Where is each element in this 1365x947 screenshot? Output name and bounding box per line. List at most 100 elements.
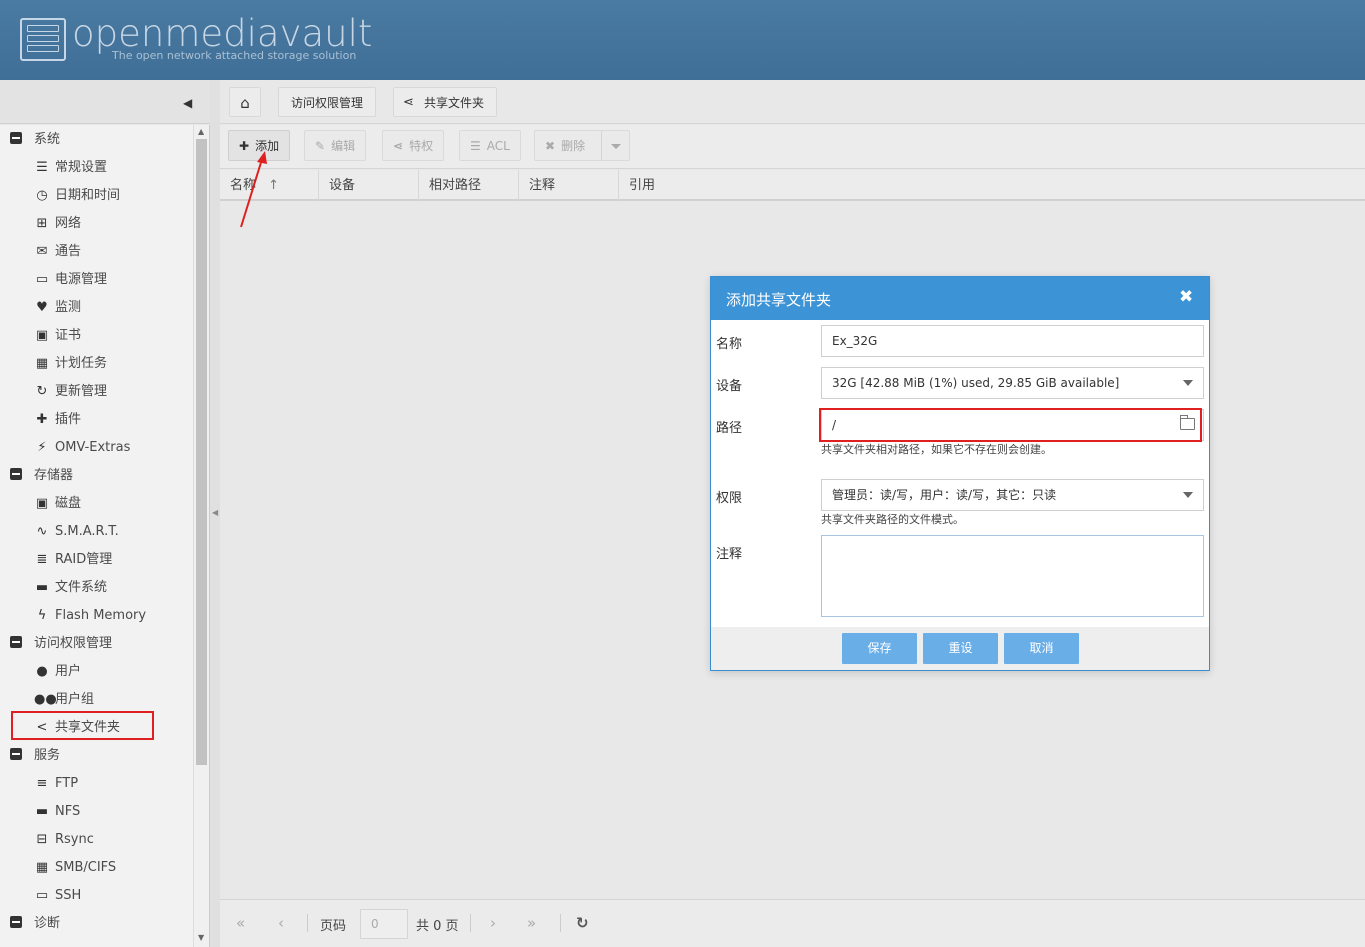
sidebar-group[interactable]: 系统 <box>10 126 60 154</box>
first-page-icon[interactable]: « <box>236 914 245 932</box>
delete-button[interactable]: ✖ 删除 <box>534 130 630 161</box>
pager: « ‹ 页码 0 共 0 页 › » ↻ <box>220 899 1365 947</box>
permissions-select[interactable]: 管理员：读/写，用户：读/写，其它：只读 <box>821 479 1204 511</box>
sidebar-group-label: 服务 <box>34 748 61 763</box>
sidebar-group[interactable]: 访问权限管理 <box>10 630 112 658</box>
sidebar-group[interactable]: 诊断 <box>10 910 60 938</box>
collapse-left-icon[interactable]: ◀ <box>183 96 192 110</box>
device-select[interactable]: 32G [42.88 MiB (1%) used, 29.85 GiB avai… <box>821 367 1204 399</box>
collapse-icon[interactable] <box>10 748 22 760</box>
acl-button[interactable]: ☰ ACL <box>459 130 521 161</box>
sidebar-group-label: 存储器 <box>34 468 74 483</box>
sidebar-item[interactable]: ▣ 证书 <box>34 322 81 350</box>
list-icon: ☰ <box>470 139 481 153</box>
cancel-button[interactable]: 取消 <box>1004 633 1079 664</box>
reset-button[interactable]: 重设 <box>923 633 998 664</box>
column-comment[interactable]: 注释 <box>519 170 619 201</box>
column-references[interactable]: 引用 <box>619 170 1365 201</box>
collapse-icon[interactable] <box>10 636 22 648</box>
sidebar-item[interactable]: ♥ 监测 <box>34 294 81 322</box>
sidebar-item-label: 通告 <box>55 244 82 259</box>
sidebar-group-label: 访问权限管理 <box>34 636 113 651</box>
sidebar-item[interactable]: ☰ 常规设置 <box>34 154 107 182</box>
sidebar-item[interactable]: ◷ 日期和时间 <box>34 182 120 210</box>
sidebar-item[interactable]: ▦ SMB/CIFS <box>34 854 116 882</box>
share-icon: ⋖ <box>393 139 404 153</box>
permissions-hint: 共享文件夹路径的文件模式。 <box>821 513 964 526</box>
sidebar-item[interactable]: ▬ 文件系统 <box>34 574 107 602</box>
certificate-icon: ▣ <box>35 328 49 343</box>
sidebar-item[interactable]: ≡ FTP <box>34 770 78 798</box>
battery-icon: ▭ <box>35 272 49 287</box>
chevron-down-icon[interactable] <box>611 144 621 149</box>
grid-header: 名称 ↑ 设备 相对路径 注释 引用 <box>220 170 1365 201</box>
envelope-icon: ✉ <box>36 244 48 259</box>
name-field[interactable]: Ex_32G <box>821 325 1204 357</box>
sidebar-item[interactable]: ∿ S.M.A.R.T. <box>34 518 119 546</box>
sidebar-group[interactable]: 存储器 <box>10 462 73 490</box>
network-icon: ⊞ <box>36 216 48 231</box>
device-label: 设备 <box>716 379 743 394</box>
sidebar-item-label: 用户 <box>55 664 82 679</box>
sidebar-item[interactable]: ↻ 更新管理 <box>34 378 107 406</box>
sidebar-item-label: 电源管理 <box>55 272 108 287</box>
splitter-arrow-icon[interactable]: ◀ <box>212 508 218 517</box>
privileges-button[interactable]: ⋖ 特权 <box>382 130 445 161</box>
disk-icon: ▣ <box>35 496 49 511</box>
edit-button[interactable]: ✎ 编辑 <box>304 130 367 161</box>
sidebar-item[interactable]: ▬ NFS <box>34 798 80 826</box>
sidebar-item-label: 插件 <box>55 412 82 427</box>
sidebar-item-label: NFS <box>55 804 81 819</box>
sidebar-item[interactable]: ▭ SSH <box>34 882 81 910</box>
column-device[interactable]: 设备 <box>319 170 419 201</box>
scrollbar-thumb[interactable] <box>196 139 207 765</box>
pulse-icon: ∿ <box>36 524 48 539</box>
sidebar-item[interactable]: ϟ Flash Memory <box>34 602 146 630</box>
sidebar-item[interactable]: ⚡ OMV-Extras <box>34 434 130 462</box>
collapse-icon[interactable] <box>10 468 22 480</box>
comment-textarea[interactable] <box>821 535 1204 617</box>
home-icon[interactable]: ⌂ <box>229 87 261 117</box>
sidebar-item[interactable]: ⊞ 网络 <box>34 210 81 238</box>
prev-page-icon[interactable]: ‹ <box>278 914 284 932</box>
heartbeat-icon: ♥ <box>36 300 48 315</box>
nav-header: ◀ <box>0 80 210 124</box>
breadcrumb-item-shared[interactable]: ⋖ 共享文件夹 <box>393 87 498 117</box>
refresh-icon[interactable]: ↻ <box>576 914 589 932</box>
sidebar-item[interactable]: ≣ RAID管理 <box>34 546 113 574</box>
sidebar-group-label: 诊断 <box>34 916 61 931</box>
collapse-icon[interactable] <box>10 132 22 144</box>
save-button[interactable]: 保存 <box>842 633 917 664</box>
scroll-up-icon[interactable]: ▲ <box>198 127 204 136</box>
annotation-arrow <box>240 151 267 228</box>
server-icon: ≡ <box>36 776 48 791</box>
last-page-icon[interactable]: » <box>527 914 536 932</box>
breadcrumb-item-access[interactable]: 访问权限管理 <box>278 87 377 117</box>
sidebar-item[interactable]: ✚ 插件 <box>34 406 81 434</box>
splitter[interactable]: ◀ <box>210 80 220 947</box>
desktop-icon: ▬ <box>35 804 49 819</box>
collapse-icon[interactable] <box>10 916 22 928</box>
scroll-down-icon[interactable]: ▼ <box>198 933 204 942</box>
calendar-icon: ▦ <box>35 356 49 371</box>
chevron-down-icon[interactable] <box>1183 492 1193 498</box>
sidebar-item[interactable]: ▭ 电源管理 <box>34 266 107 294</box>
sidebar-item[interactable]: ● 用户 <box>34 658 81 686</box>
path-highlight <box>819 408 1202 442</box>
sidebar-scrollbar[interactable]: ▲ ▼ <box>193 125 209 947</box>
sidebar-item-label: RAID管理 <box>55 552 113 567</box>
sidebar-item[interactable]: ▦ 计划任务 <box>34 350 107 378</box>
column-path[interactable]: 相对路径 <box>419 170 519 201</box>
sidebar-item[interactable]: ⊟ Rsync <box>34 826 94 854</box>
close-icon[interactable]: ✖ <box>1179 287 1193 307</box>
sidebar-item[interactable]: ▣ 磁盘 <box>34 490 81 518</box>
sidebar-item[interactable]: ●●用户组 <box>34 686 94 714</box>
sidebar-item[interactable]: ✉ 通告 <box>34 238 81 266</box>
sidebar-group[interactable]: 服务 <box>10 742 60 770</box>
dialog-footer: 保存 重设 取消 <box>711 627 1209 670</box>
logo-icon <box>20 18 66 61</box>
next-page-icon[interactable]: › <box>490 914 496 932</box>
share-icon: ⋖ <box>403 95 414 110</box>
chevron-down-icon[interactable] <box>1183 380 1193 386</box>
page-input[interactable]: 0 <box>360 909 408 939</box>
